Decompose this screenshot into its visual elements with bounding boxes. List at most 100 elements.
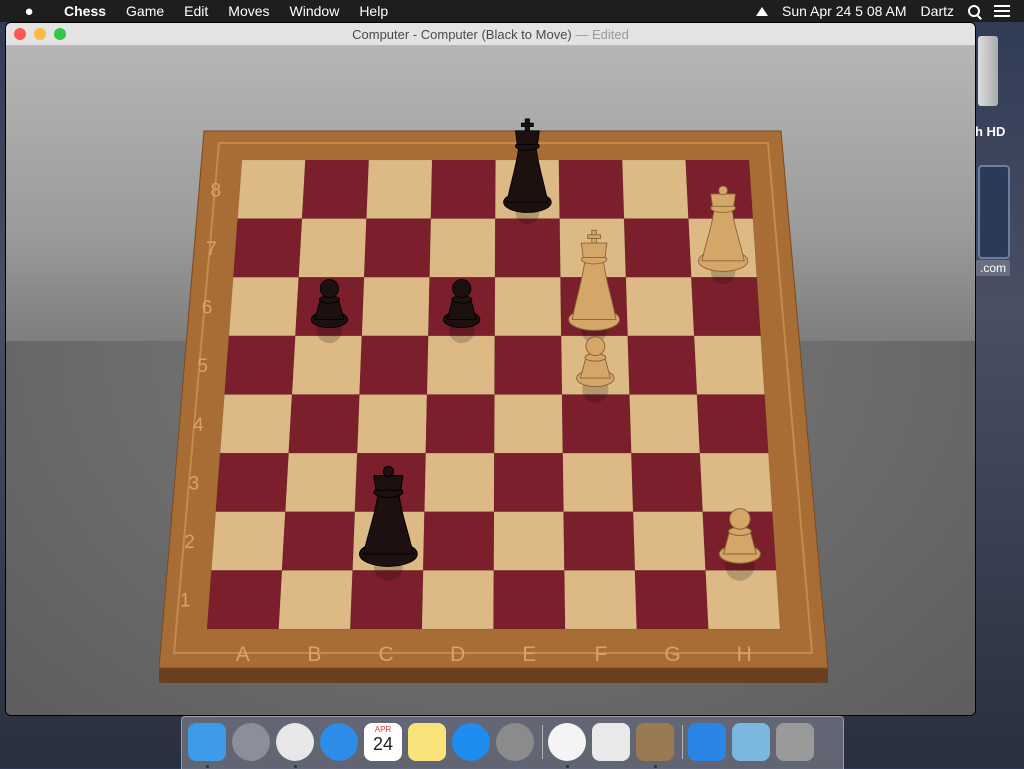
square-c5[interactable] bbox=[359, 335, 429, 395]
board-frame-edge bbox=[159, 668, 828, 683]
menu-window[interactable]: Window bbox=[280, 3, 350, 19]
desktop-app-icon[interactable] bbox=[978, 165, 1010, 259]
square-h5[interactable] bbox=[693, 335, 765, 395]
square-b1[interactable] bbox=[278, 570, 353, 630]
square-g2[interactable] bbox=[632, 511, 706, 571]
square-a6[interactable] bbox=[228, 277, 299, 337]
square-d3[interactable] bbox=[424, 452, 495, 512]
square-c7[interactable] bbox=[363, 218, 432, 278]
chrome-icon[interactable] bbox=[276, 723, 314, 761]
square-e1[interactable] bbox=[493, 570, 566, 630]
rank-label: 8 bbox=[211, 180, 222, 201]
square-h3[interactable] bbox=[699, 452, 773, 512]
square-b7[interactable] bbox=[298, 218, 367, 278]
finder-icon[interactable] bbox=[188, 723, 226, 761]
square-e4[interactable] bbox=[493, 394, 564, 454]
dock: APR 24 bbox=[181, 716, 844, 769]
dock-separator bbox=[682, 725, 683, 759]
calendar-icon[interactable]: APR 24 bbox=[364, 723, 402, 761]
spotlight-search-icon[interactable] bbox=[968, 5, 982, 20]
square-c6[interactable] bbox=[361, 277, 430, 337]
square-d7[interactable] bbox=[429, 218, 496, 278]
square-a7[interactable] bbox=[232, 218, 303, 278]
square-g5[interactable] bbox=[627, 335, 698, 395]
trash-icon[interactable] bbox=[776, 723, 814, 761]
rank-label: 6 bbox=[202, 298, 213, 319]
square-f8[interactable] bbox=[558, 159, 625, 219]
square-g3[interactable] bbox=[631, 452, 703, 512]
file-label: G bbox=[664, 643, 680, 666]
square-a4[interactable] bbox=[219, 394, 293, 454]
calendar-month: APR bbox=[374, 725, 392, 734]
menu-bar: ● Chess Game Edit Moves Window Help Sun … bbox=[0, 0, 1024, 22]
calendar-day: 24 bbox=[372, 734, 394, 754]
square-f2[interactable] bbox=[563, 511, 636, 571]
chess-icon[interactable] bbox=[636, 723, 674, 761]
applications-folder-icon[interactable] bbox=[688, 723, 726, 761]
square-b8[interactable] bbox=[301, 159, 370, 219]
itunes-icon[interactable] bbox=[548, 723, 586, 761]
rank-label: 2 bbox=[184, 532, 195, 553]
square-g4[interactable] bbox=[629, 394, 701, 454]
file-label: C bbox=[378, 643, 393, 666]
file-label: E bbox=[522, 643, 536, 666]
menubar-clock[interactable]: Sun Apr 24 5 08 AM bbox=[782, 3, 907, 19]
desktop-file-label[interactable]: .com bbox=[976, 260, 1011, 276]
square-e6[interactable] bbox=[494, 277, 562, 337]
script-editor-icon[interactable] bbox=[592, 723, 630, 761]
apple-menu-icon[interactable]: ● bbox=[20, 3, 38, 20]
rank-label: 1 bbox=[180, 591, 191, 612]
file-label: A bbox=[236, 643, 250, 666]
square-e7[interactable] bbox=[494, 218, 561, 278]
notification-center-icon[interactable] bbox=[994, 5, 1010, 17]
square-c8[interactable] bbox=[366, 159, 433, 219]
notes-icon[interactable] bbox=[408, 723, 446, 761]
square-a8[interactable] bbox=[237, 159, 306, 219]
chess-board[interactable]: 8 7 6 5 4 3 2 1 A B C D E F G H bbox=[6, 23, 975, 715]
square-g7[interactable] bbox=[623, 218, 692, 278]
rank-label: 4 bbox=[193, 415, 204, 436]
menu-moves[interactable]: Moves bbox=[218, 3, 279, 19]
square-e5[interactable] bbox=[494, 335, 563, 395]
square-c4[interactable] bbox=[356, 394, 428, 454]
square-f4[interactable] bbox=[561, 394, 632, 454]
square-h6[interactable] bbox=[691, 277, 761, 337]
square-d1[interactable] bbox=[421, 570, 495, 630]
square-a5[interactable] bbox=[224, 335, 296, 395]
hard-drive-icon[interactable] bbox=[976, 36, 1024, 106]
square-e2[interactable] bbox=[493, 511, 565, 571]
menu-chess[interactable]: Chess bbox=[54, 3, 116, 19]
square-g6[interactable] bbox=[625, 277, 695, 337]
rank-label: 7 bbox=[206, 239, 217, 260]
square-a2[interactable] bbox=[211, 511, 286, 571]
square-f1[interactable] bbox=[564, 570, 638, 630]
menu-help[interactable]: Help bbox=[349, 3, 398, 19]
square-g8[interactable] bbox=[621, 159, 689, 219]
square-b3[interactable] bbox=[285, 452, 358, 512]
square-d8[interactable] bbox=[430, 159, 496, 219]
menu-edit[interactable]: Edit bbox=[174, 3, 218, 19]
square-a3[interactable] bbox=[215, 452, 289, 512]
square-f3[interactable] bbox=[562, 452, 634, 512]
square-e3[interactable] bbox=[493, 452, 564, 512]
menubar-user[interactable]: Dartz bbox=[921, 3, 954, 19]
eject-icon[interactable] bbox=[756, 6, 769, 16]
square-a1[interactable] bbox=[206, 570, 283, 630]
square-d5[interactable] bbox=[426, 335, 496, 395]
safari-icon[interactable] bbox=[320, 723, 358, 761]
downloads-folder-icon[interactable] bbox=[732, 723, 770, 761]
system-preferences-icon[interactable] bbox=[496, 723, 534, 761]
menu-game[interactable]: Game bbox=[116, 3, 174, 19]
file-label: B bbox=[307, 643, 321, 666]
square-g1[interactable] bbox=[634, 570, 709, 630]
square-b2[interactable] bbox=[281, 511, 356, 571]
square-b5[interactable] bbox=[291, 335, 363, 395]
square-d4[interactable] bbox=[425, 394, 495, 454]
square-h4[interactable] bbox=[696, 394, 769, 454]
hard-drive-label: h HD bbox=[975, 124, 1006, 139]
app-store-icon[interactable] bbox=[452, 723, 490, 761]
square-d2[interactable] bbox=[422, 511, 495, 571]
file-label: H bbox=[737, 643, 752, 666]
launchpad-icon[interactable] bbox=[232, 723, 270, 761]
square-b4[interactable] bbox=[288, 394, 360, 454]
